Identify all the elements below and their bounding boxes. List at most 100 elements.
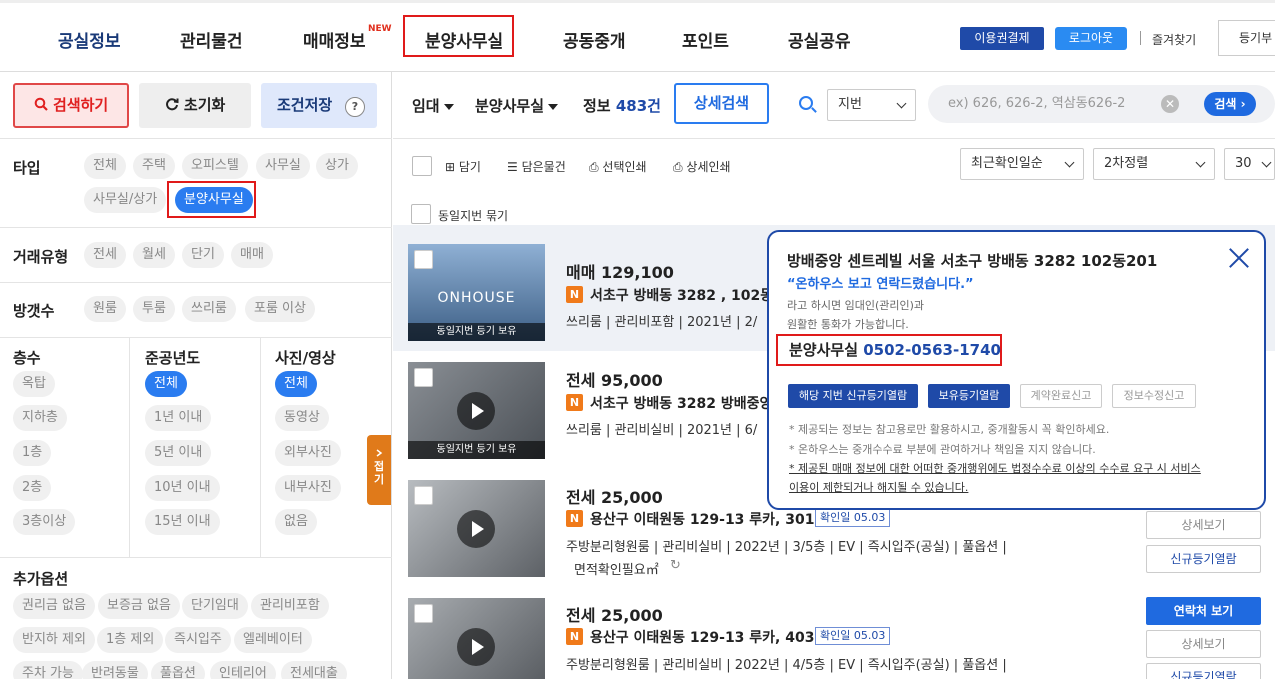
- listing-checkbox[interactable]: [414, 250, 433, 269]
- owned-register-button[interactable]: 보유등기열람: [928, 384, 1010, 408]
- help-icon[interactable]: ?: [345, 97, 365, 117]
- view-contact-button[interactable]: 연락처 보기: [1146, 597, 1261, 625]
- close-icon[interactable]: [1228, 247, 1250, 269]
- listing-thumbnail[interactable]: ONHOUSE 동일지번 등기 보유: [408, 244, 545, 341]
- type-chip-officetel[interactable]: 오피스텔: [182, 153, 248, 179]
- nav-sale-info[interactable]: 매매정보: [303, 27, 366, 52]
- floor-chip-rooftop[interactable]: 옥탑: [13, 371, 55, 397]
- fold-panel-button[interactable]: 접기: [367, 435, 391, 505]
- detail-view-button[interactable]: 상세보기: [1146, 511, 1261, 539]
- floor-chip-1[interactable]: 1층: [13, 440, 52, 466]
- logout-button[interactable]: 로그아웃: [1055, 27, 1127, 50]
- select-all-checkbox[interactable]: [412, 156, 432, 176]
- play-icon[interactable]: [457, 628, 495, 666]
- year-chip-all[interactable]: 전체: [145, 371, 187, 397]
- type-chip-store[interactable]: 상가: [316, 153, 358, 179]
- extra-chip-9[interactable]: 반려동물: [82, 661, 148, 679]
- listing-checkbox[interactable]: [414, 604, 433, 623]
- sort-recent-select[interactable]: 최근확인일순: [960, 148, 1084, 180]
- photo-chip-none[interactable]: 없음: [275, 509, 317, 535]
- deal-chip-jeonse[interactable]: 전세: [84, 242, 126, 268]
- extra-chip-7[interactable]: 엘레베이터: [234, 627, 312, 653]
- add-cart-button[interactable]: ⊞ 담기: [445, 158, 481, 175]
- per-page-select[interactable]: 30: [1224, 148, 1275, 180]
- detail-view-button[interactable]: 상세보기: [1146, 630, 1261, 658]
- nav-joint-brokerage[interactable]: 공동중개: [563, 27, 626, 52]
- report-edit-button[interactable]: 정보수정신고: [1112, 384, 1196, 408]
- listing-thumbnail[interactable]: [408, 598, 545, 679]
- year-chip-10[interactable]: 10년 이내: [145, 475, 220, 501]
- photo-chip-interior[interactable]: 내부사진: [275, 475, 341, 501]
- type-chip-office[interactable]: 사무실: [256, 153, 310, 179]
- extra-chip-11[interactable]: 인테리어: [210, 661, 276, 679]
- detail-search-button[interactable]: 상세검색: [674, 83, 769, 124]
- extra-chip-5[interactable]: 1층 제외: [97, 627, 164, 653]
- phone-number-box[interactable]: 분양사무실 0502-0563-1740: [776, 334, 1002, 366]
- new-register-view-button[interactable]: 해당 지번 신규등기열람: [788, 384, 918, 408]
- deal-chip-sale[interactable]: 매매: [231, 242, 273, 268]
- search-go-button[interactable]: 검색 ›: [1204, 92, 1256, 116]
- print-detail-button[interactable]: ⎙ 상세인쇄: [673, 158, 731, 175]
- sort-second-select[interactable]: 2차정렬: [1093, 148, 1215, 180]
- play-icon[interactable]: [457, 510, 495, 548]
- extra-chip-8[interactable]: 주차 가능: [13, 661, 83, 679]
- nav-points[interactable]: 포인트: [682, 27, 729, 52]
- listing-thumbnail[interactable]: 동일지번 등기 보유: [408, 362, 545, 459]
- floor-chip-basement[interactable]: 지하층: [13, 405, 67, 431]
- saved-items-button[interactable]: ☰ 담은물건: [507, 158, 566, 175]
- type-chip-house[interactable]: 주택: [133, 153, 175, 179]
- photo-chip-exterior[interactable]: 외부사진: [275, 440, 341, 466]
- photo-chip-all[interactable]: 전체: [275, 371, 317, 397]
- year-chip-1[interactable]: 1년 이내: [145, 405, 212, 431]
- extra-chip-2[interactable]: 단기임대: [182, 593, 248, 619]
- group-same-checkbox[interactable]: [411, 204, 431, 224]
- sort-type-dropdown[interactable]: 분양사무실: [475, 95, 559, 116]
- nav-vacancy-info[interactable]: 공실정보: [58, 27, 121, 52]
- listing-address[interactable]: 서초구 방배동 3282 방배중앙: [590, 393, 772, 413]
- extra-chip-12[interactable]: 전세대출: [281, 661, 347, 679]
- sort-rent-dropdown[interactable]: 임대: [412, 95, 454, 116]
- deal-chip-short[interactable]: 단기: [182, 242, 224, 268]
- room-chip-three[interactable]: 쓰리룸: [182, 296, 236, 322]
- deal-chip-monthly[interactable]: 월세: [133, 242, 175, 268]
- year-chip-5[interactable]: 5년 이내: [145, 440, 212, 466]
- year-chip-15[interactable]: 15년 이내: [145, 509, 220, 535]
- search-button[interactable]: 검색하기: [13, 83, 129, 128]
- listing-address[interactable]: 서초구 방배동 3282 , 102동: [590, 285, 773, 305]
- floor-chip-2[interactable]: 2층: [13, 475, 52, 501]
- print-selected-button[interactable]: ⎙ 선택인쇄: [589, 158, 647, 175]
- nav-managed-property[interactable]: 관리물건: [180, 27, 243, 52]
- new-register-button[interactable]: 신규등기열람: [1146, 663, 1261, 679]
- register-button[interactable]: 등기부: [1218, 20, 1275, 56]
- extra-chip-4[interactable]: 반지하 제외: [13, 627, 95, 653]
- extra-chip-3[interactable]: 관리비포함: [251, 593, 329, 619]
- new-register-button[interactable]: 신규등기열람: [1146, 545, 1261, 573]
- nav-presale-office[interactable]: 분양사무실: [425, 27, 503, 52]
- listing-checkbox[interactable]: [414, 368, 433, 387]
- extra-chip-10[interactable]: 풀옵션: [151, 661, 205, 679]
- listing-address[interactable]: 용산구 이태원동 129-13 루카, 403: [590, 627, 814, 647]
- extra-chip-1[interactable]: 보증금 없음: [98, 593, 180, 619]
- extra-chip-0[interactable]: 권리금 없음: [13, 593, 95, 619]
- contract-complete-button[interactable]: 계약완료신고: [1020, 384, 1102, 408]
- room-chip-four-plus[interactable]: 포룸 이상: [245, 296, 315, 322]
- type-chip-office-store[interactable]: 사무실/상가: [84, 187, 167, 213]
- extra-chip-6[interactable]: 즉시입주: [165, 627, 231, 653]
- listing-checkbox[interactable]: [414, 486, 433, 505]
- clear-icon[interactable]: ✕: [1161, 95, 1179, 113]
- search-type-select[interactable]: 지번: [827, 89, 916, 121]
- room-chip-one[interactable]: 원룸: [84, 296, 126, 322]
- listing-thumbnail[interactable]: [408, 480, 545, 577]
- listing-address[interactable]: 용산구 이태원동 129-13 루카, 301: [590, 509, 814, 529]
- floor-chip-3plus[interactable]: 3층이상: [13, 509, 76, 535]
- nav-vacancy-share[interactable]: 공실공유: [788, 27, 851, 52]
- favorites-link[interactable]: 즐겨찾기: [1152, 31, 1196, 48]
- listing-price: 전세 25,000: [566, 488, 663, 507]
- type-chip-all[interactable]: 전체: [84, 153, 126, 179]
- ticket-payment-button[interactable]: 이용권결제: [960, 27, 1044, 50]
- room-chip-two[interactable]: 투룸: [133, 296, 175, 322]
- refresh-icon[interactable]: ↻: [670, 558, 681, 573]
- play-icon[interactable]: [457, 392, 495, 430]
- photo-chip-video[interactable]: 동영상: [275, 405, 329, 431]
- reset-button[interactable]: 초기화: [139, 83, 251, 128]
